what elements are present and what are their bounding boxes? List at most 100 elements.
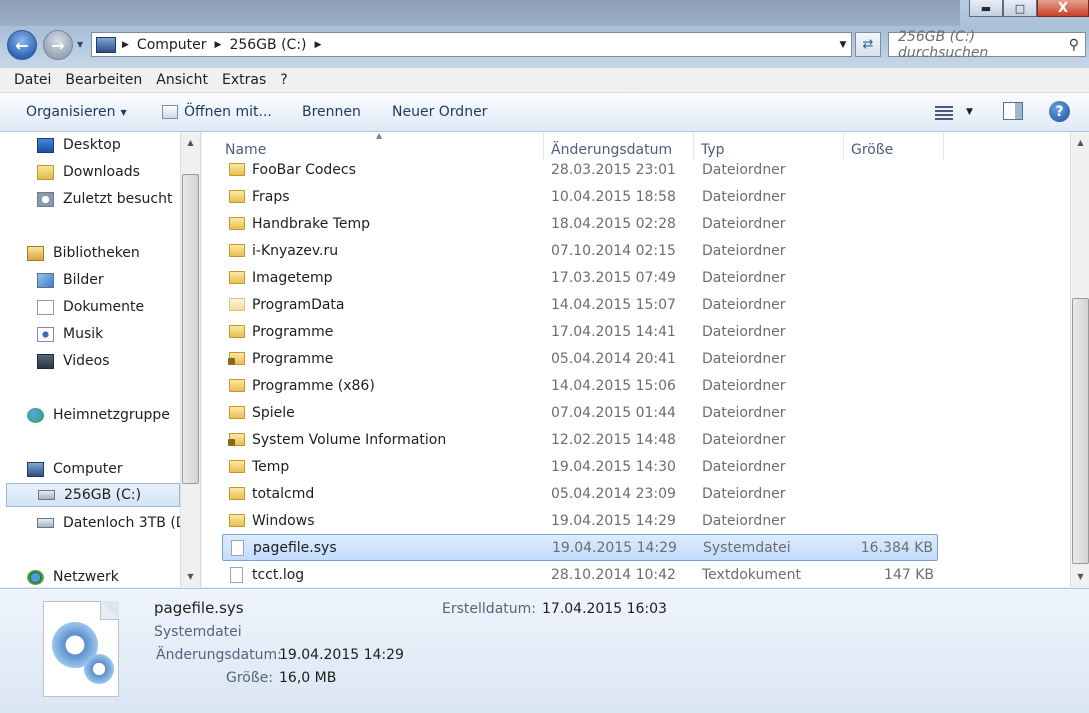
nav-scrollbar[interactable]: ▲ ▼ bbox=[180, 132, 200, 587]
new-folder-button[interactable]: Neuer Ordner bbox=[392, 93, 487, 131]
file-name: Windows bbox=[252, 512, 315, 529]
nav-item-homegroup[interactable]: Heimnetzgruppe bbox=[27, 403, 170, 427]
nav-item-music[interactable]: Musik bbox=[37, 322, 103, 346]
table-row[interactable]: Spiele 07.04.2015 01:44 Dateiordner bbox=[222, 399, 938, 426]
history-dropdown-icon[interactable]: ▼ bbox=[77, 40, 83, 49]
documents-icon bbox=[37, 299, 54, 315]
file-size: 16.384 KB bbox=[860, 539, 933, 556]
file-name: ProgramData bbox=[252, 296, 345, 313]
nav-item-downloads[interactable]: Downloads bbox=[37, 160, 140, 184]
chevron-right-icon[interactable]: ▶ bbox=[122, 40, 129, 50]
organize-button[interactable]: Organisieren ▼ bbox=[26, 93, 127, 131]
sort-ascending-icon: ▲ bbox=[376, 132, 383, 140]
table-row[interactable]: Fraps 10.04.2015 18:58 Dateiordner bbox=[222, 183, 938, 210]
folder-icon bbox=[37, 164, 54, 180]
view-dropdown-icon[interactable]: ▼ bbox=[966, 107, 973, 117]
table-row[interactable]: Programme 17.04.2015 14:41 Dateiordner bbox=[222, 318, 938, 345]
file-date: 19.04.2015 14:29 bbox=[552, 539, 677, 556]
nav-item-documents[interactable]: Dokumente bbox=[37, 295, 144, 319]
maximize-button[interactable]: □ bbox=[1003, 0, 1037, 17]
open-with-label: Öffnen mit... bbox=[184, 104, 272, 120]
file-name: totalcmd bbox=[252, 485, 315, 502]
locked-folder-icon bbox=[228, 433, 245, 446]
system-file-icon bbox=[231, 539, 244, 556]
file-name: System Volume Information bbox=[252, 431, 447, 448]
search-box[interactable]: 256GB (C:) durchsuchen ⚲ bbox=[888, 29, 1086, 61]
nav-item-network[interactable]: Netzwerk bbox=[27, 565, 119, 587]
menu-datei[interactable]: Datei bbox=[14, 72, 51, 88]
file-name: i-Knyazev.ru bbox=[252, 242, 339, 259]
file-name: tcct.log bbox=[252, 566, 305, 583]
nav-item-computer[interactable]: Computer bbox=[27, 457, 123, 481]
refresh-button[interactable]: ⇄ bbox=[855, 32, 881, 57]
open-with-button[interactable]: Öffnen mit... bbox=[162, 93, 272, 131]
table-row[interactable]: Windows 19.04.2015 14:29 Dateiordner bbox=[222, 507, 938, 534]
forward-button[interactable]: → bbox=[43, 30, 73, 60]
menu-extras[interactable]: Extras bbox=[222, 72, 266, 88]
chevron-right-icon[interactable]: ▶ bbox=[215, 40, 222, 50]
file-name: pagefile.sys bbox=[253, 539, 337, 556]
details-pane: pagefile.sys Systemdatei Änderungsdatum:… bbox=[0, 588, 1089, 713]
scroll-down-icon[interactable]: ▼ bbox=[182, 572, 199, 581]
address-dropdown-icon[interactable]: ▼ bbox=[835, 40, 851, 50]
nav-scrollbar-thumb[interactable] bbox=[182, 174, 199, 484]
nav-item-libraries[interactable]: Bibliotheken bbox=[27, 241, 140, 265]
table-row[interactable]: System Volume Information 12.02.2015 14:4… bbox=[222, 426, 938, 453]
file-name: FooBar Codecs bbox=[252, 161, 356, 178]
file-type: Dateiordner bbox=[702, 269, 786, 286]
scroll-up-icon[interactable]: ▲ bbox=[1072, 138, 1089, 147]
nav-label: 256GB (C:) bbox=[64, 487, 142, 503]
folder-icon bbox=[229, 217, 245, 230]
file-list-scrollbar-thumb[interactable] bbox=[1072, 298, 1089, 564]
nav-item-drive-d[interactable]: Datenloch 3TB (D bbox=[37, 511, 187, 535]
breadcrumb-computer[interactable]: Computer bbox=[137, 37, 207, 53]
menu-help[interactable]: ? bbox=[280, 72, 287, 88]
nav-item-desktop[interactable]: Desktop bbox=[37, 133, 121, 157]
table-row-selected[interactable]: pagefile.sys 19.04.2015 14:29 Systemdatei 1… bbox=[222, 534, 938, 561]
file-list-scrollbar[interactable]: ▲ ▼ bbox=[1070, 132, 1089, 587]
column-divider[interactable] bbox=[943, 132, 944, 160]
scroll-down-icon[interactable]: ▼ bbox=[1072, 572, 1089, 581]
minimize-button[interactable]: ▬ bbox=[969, 0, 1003, 17]
file-type: Dateiordner bbox=[702, 512, 786, 529]
menu-ansicht[interactable]: Ansicht bbox=[156, 72, 208, 88]
view-options-icon[interactable] bbox=[935, 104, 955, 120]
search-icon[interactable]: ⚲ bbox=[1069, 37, 1079, 53]
table-row[interactable]: totalcmd 05.04.2014 23:09 Dateiordner bbox=[222, 480, 938, 507]
preview-pane-icon[interactable] bbox=[1003, 102, 1023, 120]
recent-places-icon bbox=[37, 191, 54, 207]
table-row[interactable]: tcct.log 28.10.2014 10:42 Textdokument 147 … bbox=[222, 561, 938, 587]
breadcrumb-drive[interactable]: 256GB (C:) bbox=[229, 37, 306, 53]
table-row[interactable]: ProgramData 14.04.2015 15:07 Dateiordner bbox=[222, 291, 938, 318]
details-modified-value: 19.04.2015 14:29 bbox=[279, 647, 404, 663]
table-row[interactable]: Imagetemp 17.03.2015 07:49 Dateiordner bbox=[222, 264, 938, 291]
scroll-up-icon[interactable]: ▲ bbox=[182, 138, 199, 147]
help-icon[interactable]: ? bbox=[1049, 101, 1070, 122]
table-row[interactable]: Programme 05.04.2014 20:41 Dateiordner bbox=[222, 345, 938, 372]
table-row[interactable]: i-Knyazev.ru 07.10.2014 02:15 Dateiordner bbox=[222, 237, 938, 264]
nav-item-pictures[interactable]: Bilder bbox=[37, 268, 104, 292]
folder-icon bbox=[229, 163, 245, 176]
file-type: Systemdatei bbox=[703, 539, 791, 556]
details-filename: pagefile.sys bbox=[154, 599, 244, 617]
chevron-right-icon[interactable]: ▶ bbox=[315, 40, 322, 50]
table-row[interactable]: Handbrake Temp 18.04.2015 02:28 Dateiordne… bbox=[222, 210, 938, 237]
burn-button[interactable]: Brennen bbox=[302, 93, 361, 131]
details-size-value: 16,0 MB bbox=[279, 670, 337, 686]
back-button[interactable]: ← bbox=[7, 30, 37, 60]
menu-bearbeiten[interactable]: Bearbeiten bbox=[65, 72, 142, 88]
table-row[interactable]: Programme (x86) 14.04.2015 15:06 Dateiordn… bbox=[222, 372, 938, 399]
file-type: Dateiordner bbox=[702, 323, 786, 340]
table-row[interactable]: Temp 19.04.2015 14:30 Dateiordner bbox=[222, 453, 938, 480]
close-button[interactable]: X bbox=[1037, 0, 1089, 17]
file-type: Dateiordner bbox=[702, 350, 786, 367]
table-row[interactable]: FooBar Codecs 28.03.2015 23:01 Dateiordner bbox=[222, 156, 938, 183]
file-date: 10.04.2015 18:58 bbox=[551, 188, 676, 205]
address-bar[interactable]: ▶ Computer ▶ 256GB (C:) ▶ ▼ bbox=[91, 32, 852, 57]
nav-item-videos[interactable]: Videos bbox=[37, 349, 110, 373]
search-input[interactable]: 256GB (C:) durchsuchen bbox=[898, 29, 1069, 61]
nav-item-drive-c[interactable]: 256GB (C:) bbox=[6, 483, 180, 507]
file-name: Imagetemp bbox=[252, 269, 333, 286]
gear-icon bbox=[84, 654, 114, 684]
nav-item-recent[interactable]: Zuletzt besucht bbox=[37, 187, 172, 211]
